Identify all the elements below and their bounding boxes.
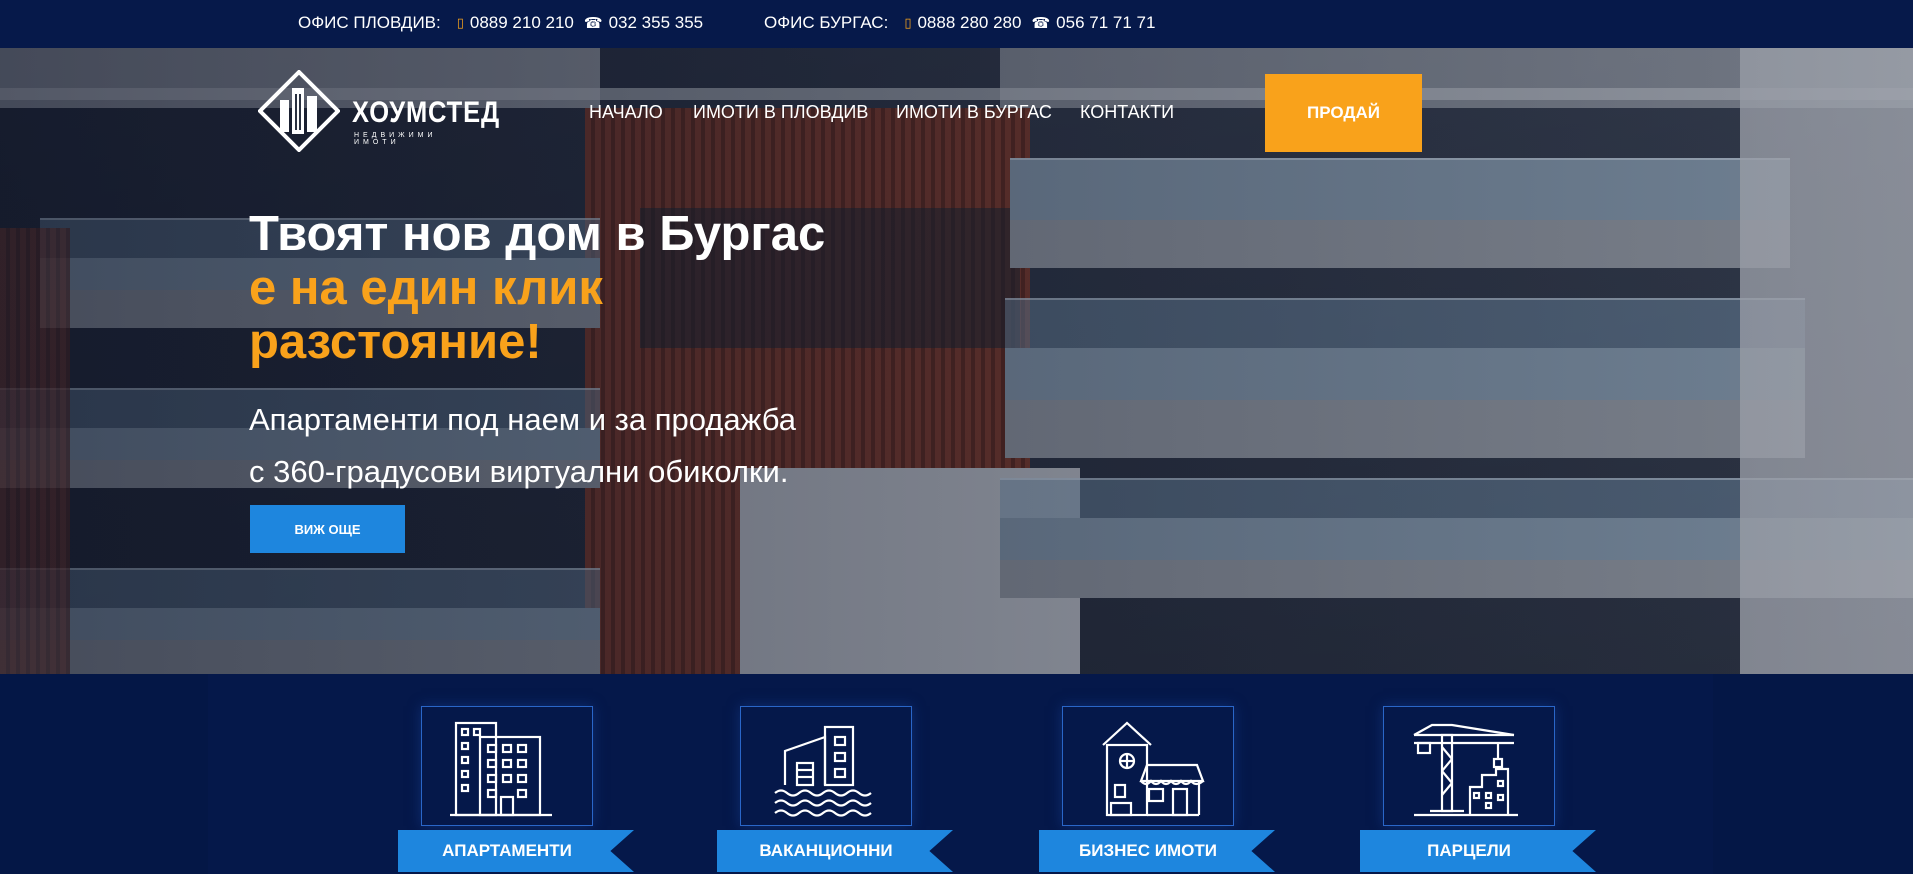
office-burgas-phone[interactable]: 056 71 71 71	[1056, 13, 1155, 33]
vacation-building-icon	[774, 725, 872, 817]
hero-headline: Твоят нов дом в Бургас е на един клик ра…	[249, 207, 825, 369]
hero-headline-line3: разстояние!	[249, 315, 542, 369]
apartment-building-icon	[450, 721, 552, 817]
category-plots-box	[1383, 706, 1555, 826]
hero-subheadline: Апартаменти под наем и за продажба с 360…	[249, 394, 796, 498]
nav-item-home[interactable]: НАЧАЛО	[589, 102, 663, 123]
office-burgas-label: ОФИС БУРГАС:	[764, 13, 889, 32]
telephone-icon: ☎	[1031, 15, 1051, 32]
mobile-phone-icon: ▯	[456, 15, 464, 30]
nav-item-burgas[interactable]: ИМОТИ В БУРГАС	[896, 102, 1052, 123]
category-apartments[interactable]: АПАРТАМЕНТИ	[398, 706, 634, 874]
business-shop-icon	[1102, 721, 1205, 817]
nav-item-contacts[interactable]: КОНТАКТИ	[1080, 102, 1174, 123]
category-business[interactable]: БИЗНЕС ИМОТИ	[1039, 706, 1275, 874]
office-plovdiv: ОФИС ПЛОВДИВ: ▯ 0889 210 210 ☎ 032 355 3…	[298, 13, 707, 33]
hero-headline-line2: е на един клик	[249, 261, 603, 315]
hero-subheadline-line1: Апартаменти под наем и за продажба	[249, 402, 797, 437]
hero-headline-line1: Твоят нов дом в Бургас	[249, 207, 826, 261]
nav-item-plovdiv[interactable]: ИМОТИ В ПЛОВДИВ	[693, 102, 868, 123]
see-more-button[interactable]: ВИЖ ОЩЕ	[250, 505, 405, 553]
logo-name: ХОУМСТЕД	[352, 96, 500, 129]
categories-section: АПАРТАМЕНТИ ВАКАНЦИОННИ БИЗНЕС ИМОТИ ПАР…	[0, 674, 1913, 874]
category-plots-label: ПАРЦЕЛИ	[1360, 830, 1596, 872]
category-apartments-box	[421, 706, 593, 826]
top-bar: ОФИС ПЛОВДИВ: ▯ 0889 210 210 ☎ 032 355 3…	[0, 0, 1913, 48]
logo-building-icon	[257, 69, 341, 153]
category-business-label: БИЗНЕС ИМОТИ	[1039, 830, 1275, 872]
telephone-icon: ☎	[583, 15, 603, 32]
mobile-phone-icon: ▯	[904, 15, 912, 30]
office-burgas: ОФИС БУРГАС: ▯ 0888 280 280 ☎ 056 71 71 …	[764, 13, 1159, 33]
construction-crane-icon	[1413, 723, 1518, 817]
hero-subheadline-line2: с 360-градусови виртуални обиколки.	[249, 454, 789, 489]
sell-button[interactable]: ПРОДАЙ	[1265, 74, 1422, 152]
logo-tagline: НЕДВИЖИМИ ИМОТИ	[354, 132, 437, 146]
office-burgas-mobile[interactable]: 0888 280 280	[917, 13, 1021, 33]
category-business-box	[1062, 706, 1234, 826]
category-apartments-label: АПАРТАМЕНТИ	[398, 830, 634, 872]
office-plovdiv-label: ОФИС ПЛОВДИВ:	[298, 13, 441, 32]
category-plots[interactable]: ПАРЦЕЛИ	[1360, 706, 1596, 874]
office-plovdiv-mobile[interactable]: 0889 210 210	[470, 13, 574, 33]
category-vacation-label: ВАКАНЦИОННИ	[717, 830, 953, 872]
office-plovdiv-phone[interactable]: 032 355 355	[609, 13, 704, 33]
site-logo[interactable]: ХОУМСТЕД НЕДВИЖИМИ ИМОТИ	[257, 69, 499, 153]
category-vacation[interactable]: ВАКАНЦИОННИ	[717, 706, 953, 874]
category-vacation-box	[740, 706, 912, 826]
